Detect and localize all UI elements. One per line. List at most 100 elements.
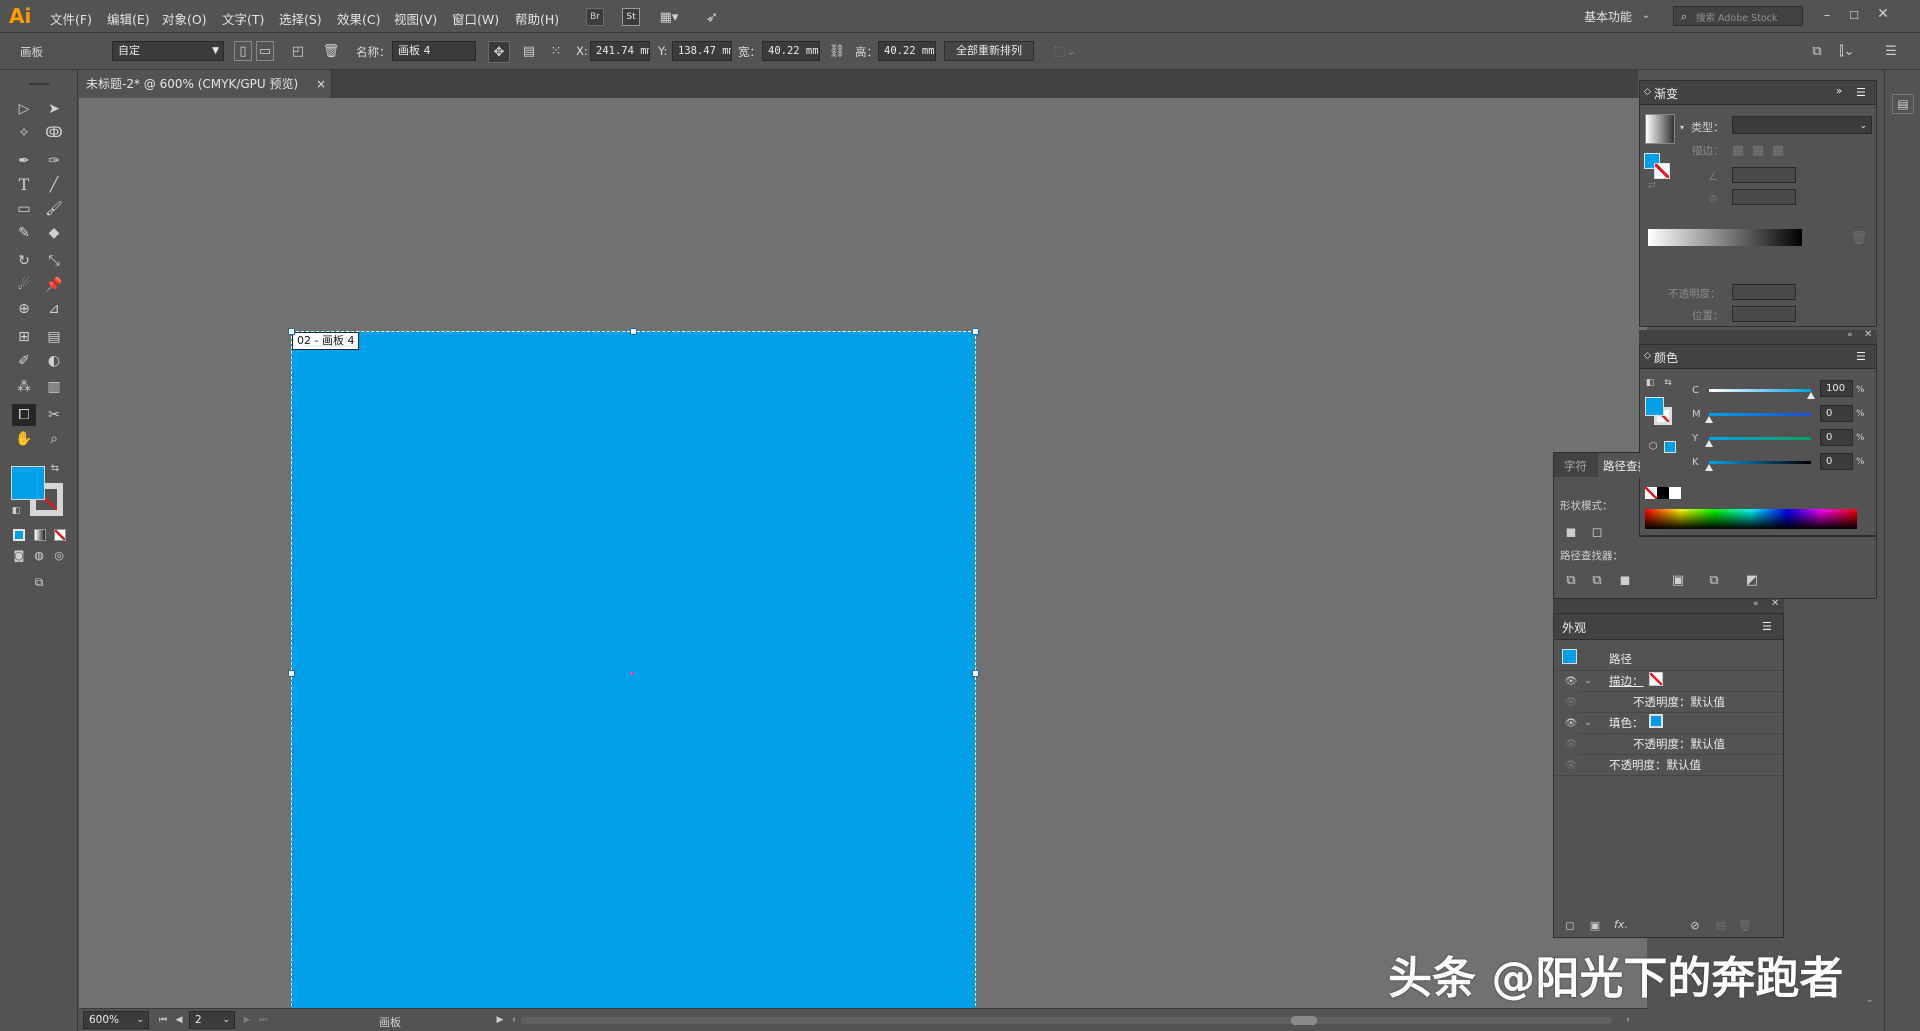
- slider-knob-y[interactable]: [1705, 440, 1713, 447]
- handle-top-right[interactable]: [972, 328, 979, 335]
- tab-character[interactable]: 字符: [1564, 458, 1587, 474]
- gradient-slider[interactable]: [1648, 229, 1802, 246]
- stroke-along-icon[interactable]: ▦: [1750, 142, 1766, 158]
- document-tab[interactable]: 未标题-2* @ 600% (CMYK/GPU 预览) ×: [78, 70, 332, 98]
- arrange-documents-icon[interactable]: ▦▾: [654, 8, 684, 26]
- gradient-tool-icon[interactable]: ▤: [42, 326, 66, 348]
- height-field[interactable]: 40.22 mm: [878, 41, 936, 61]
- fill-color-swatch[interactable]: [11, 466, 45, 500]
- magic-wand-tool-icon[interactable]: ✧: [12, 122, 36, 144]
- menu-type[interactable]: 文字(T): [222, 9, 264, 28]
- landscape-icon[interactable]: ▭: [256, 41, 274, 61]
- zoom-tool-icon[interactable]: ⌕: [42, 428, 66, 450]
- gradient-location-field[interactable]: [1732, 306, 1796, 322]
- out-of-gamut-icon[interactable]: ⬡: [1646, 440, 1660, 454]
- hand-tool-icon[interactable]: ✋: [12, 428, 36, 450]
- panel-menu-icon[interactable]: ☰: [1856, 86, 1866, 99]
- collapse-icon[interactable]: «: [1753, 599, 1759, 609]
- outline-icon[interactable]: ⧉: [1705, 571, 1723, 589]
- rearrange-all-button[interactable]: 全部重新排列: [944, 41, 1034, 61]
- close-tab-icon[interactable]: ×: [316, 70, 326, 98]
- bridge-icon[interactable]: Br: [586, 8, 604, 26]
- scrollbar-thumb[interactable]: [1291, 1016, 1317, 1025]
- panel-menu-icon[interactable]: ☰: [1882, 42, 1900, 60]
- eyedropper-tool-icon[interactable]: ✐: [12, 350, 36, 372]
- gradient-mode-icon[interactable]: [34, 529, 46, 541]
- screen-mode-icon[interactable]: ⧉: [28, 573, 50, 591]
- slider-k[interactable]: [1709, 461, 1811, 464]
- handle-top-middle[interactable]: [630, 328, 637, 335]
- next-artboard-icon[interactable]: ▶: [241, 1013, 253, 1027]
- align-options-icon[interactable]: ⬚⌄: [1052, 42, 1078, 60]
- paintbrush-tool-icon[interactable]: 🖌: [42, 198, 66, 220]
- chevron-down-icon[interactable]: ▾: [1678, 121, 1686, 135]
- delete-item-icon[interactable]: 🗑: [1738, 918, 1752, 932]
- direct-selection-tool-icon[interactable]: ➤: [42, 98, 66, 120]
- align-panel-icon[interactable]: ⫿⌄: [1832, 42, 1862, 60]
- draw-inside-icon[interactable]: ◎: [50, 546, 68, 564]
- add-stroke-icon[interactable]: ◻: [1563, 918, 1577, 932]
- gpu-rocket-icon[interactable]: ➶: [702, 7, 722, 27]
- slider-m[interactable]: [1709, 413, 1811, 416]
- workspace-switcher[interactable]: 基本功能: [1584, 8, 1632, 25]
- stroke-opacity-eye-icon[interactable]: 👁: [1564, 697, 1578, 708]
- artboard-preset-select[interactable]: 自定 ▼: [112, 41, 224, 61]
- color-spectrum[interactable]: [1645, 509, 1857, 529]
- none-mode-icon[interactable]: [54, 529, 66, 541]
- scale-tool-icon[interactable]: ⤡: [42, 250, 66, 272]
- symbol-sprayer-tool-icon[interactable]: ⁂: [12, 376, 36, 398]
- stock-search[interactable]: ⌕ 搜索 Adobe Stock: [1673, 6, 1803, 26]
- eraser-tool-icon[interactable]: ◆: [42, 222, 66, 244]
- white-swatch[interactable]: [1669, 487, 1681, 499]
- perspective-grid-tool-icon[interactable]: ⊿: [42, 298, 66, 320]
- value-field-c[interactable]: 100: [1820, 380, 1853, 397]
- crop-icon[interactable]: ▣: [1669, 571, 1687, 589]
- gamut-swatch[interactable]: [1664, 441, 1676, 453]
- rectangle-tool-icon[interactable]: ▭: [12, 198, 36, 220]
- slider-c[interactable]: [1709, 389, 1811, 392]
- menu-view[interactable]: 视图(V): [394, 9, 437, 28]
- reference-point-icon[interactable]: ⁙: [546, 42, 566, 60]
- slider-knob-c[interactable]: [1807, 392, 1815, 399]
- reverse-gradient-icon[interactable]: ⇄: [1645, 179, 1659, 193]
- add-effect-icon[interactable]: fx.: [1614, 918, 1628, 931]
- search-input[interactable]: 搜索 Adobe Stock: [1696, 10, 1777, 24]
- angle-field[interactable]: [1732, 167, 1796, 183]
- aspect-ratio-field[interactable]: [1732, 189, 1796, 205]
- menu-select[interactable]: 选择(S): [279, 9, 322, 28]
- menu-window[interactable]: 窗口(W): [452, 9, 499, 28]
- fill-visibility-eye-icon[interactable]: 👁: [1564, 718, 1578, 729]
- value-field-k[interactable]: 0: [1820, 453, 1853, 470]
- arrange-icon[interactable]: ⧉: [1808, 42, 1826, 60]
- collapse-icon[interactable]: ◇: [1644, 351, 1651, 361]
- line-tool-icon[interactable]: ╱: [42, 174, 66, 196]
- maximize-icon[interactable]: ☐: [1845, 6, 1863, 24]
- zoom-select[interactable]: 600% ⌄: [83, 1011, 149, 1029]
- appearance-fill-label[interactable]: 填色：: [1609, 715, 1644, 731]
- new-artboard-icon[interactable]: ◰: [289, 42, 307, 60]
- slider-knob-m[interactable]: [1705, 416, 1713, 423]
- value-field-m[interactable]: 0: [1820, 405, 1853, 422]
- merge-icon[interactable]: ◼: [1616, 571, 1634, 589]
- draw-normal-icon[interactable]: ◙: [10, 546, 28, 564]
- stroke-within-icon[interactable]: ▦: [1730, 142, 1746, 158]
- menu-file[interactable]: 文件(F): [50, 9, 92, 28]
- trash-icon[interactable]: 🗑: [322, 42, 340, 60]
- swap-colors-icon[interactable]: ⇆: [1662, 377, 1674, 389]
- add-fill-icon[interactable]: ▣: [1588, 918, 1602, 932]
- width-field[interactable]: 40.22 mm: [762, 41, 820, 61]
- blend-tool-icon[interactable]: ◐: [42, 350, 66, 372]
- close-panel-icon[interactable]: ✕: [1864, 329, 1872, 340]
- panel-menu-icon[interactable]: ☰: [1762, 620, 1772, 633]
- portrait-icon[interactable]: ▯: [234, 41, 252, 61]
- status-menu-icon[interactable]: ▶: [495, 1013, 505, 1027]
- none-swatch[interactable]: [1645, 487, 1657, 499]
- artboard[interactable]: [291, 331, 976, 1016]
- delete-stop-icon[interactable]: 🗑: [1851, 231, 1868, 245]
- menu-help[interactable]: 帮助(H): [515, 9, 559, 28]
- trim-icon[interactable]: ⧉: [1588, 571, 1606, 589]
- x-field[interactable]: 241.74 mm: [590, 41, 650, 61]
- slice-tool-icon[interactable]: ✂: [42, 404, 66, 426]
- handle-middle-right[interactable]: [972, 670, 979, 677]
- warp-tool-icon[interactable]: ☄: [12, 274, 36, 296]
